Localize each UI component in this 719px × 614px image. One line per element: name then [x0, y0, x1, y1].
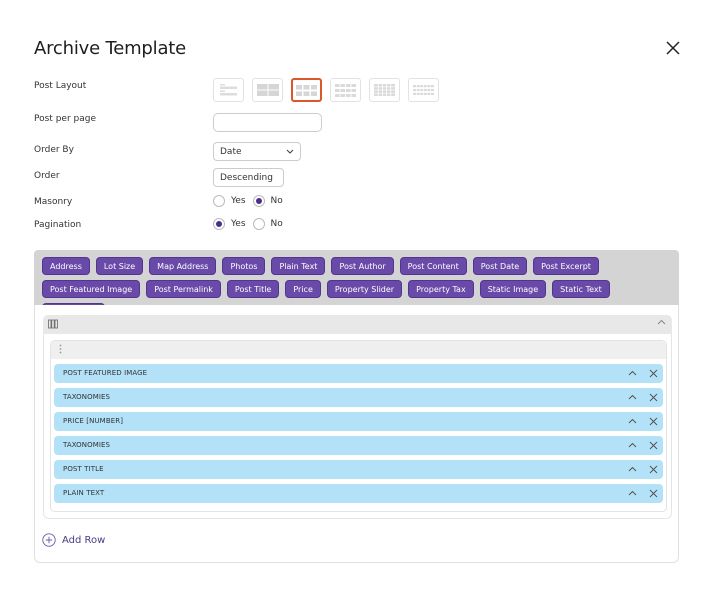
chevron-up-icon[interactable]	[657, 319, 666, 325]
field-chip[interactable]: Static Text	[552, 280, 610, 298]
row-container: Post Featured Image Taxonomies Price [Numb…	[50, 340, 667, 512]
field-chip[interactable]: Plain Text	[271, 257, 326, 275]
chevron-up-icon[interactable]	[628, 369, 637, 377]
field-chip[interactable]: Post Content	[399, 257, 467, 275]
close-icon[interactable]	[649, 393, 658, 402]
chevron-up-icon[interactable]	[628, 489, 637, 497]
pagination-radio-group: Yes No	[213, 218, 290, 230]
field-chip[interactable]: Price	[285, 280, 321, 298]
drag-dots-icon	[59, 344, 62, 354]
field-chip[interactable]: Property Slider	[326, 280, 403, 298]
chevron-up-icon[interactable]	[628, 417, 637, 425]
row-item[interactable]: Post Featured Image	[54, 364, 663, 383]
field-chip[interactable]: Post Excerpt	[533, 257, 599, 275]
field-chip[interactable]: Post Permalink	[146, 280, 221, 298]
layout-option-grid-6[interactable]	[408, 78, 439, 102]
close-icon[interactable]	[649, 369, 658, 378]
layout-option-grid-5[interactable]	[369, 78, 400, 102]
layout-option-grid-2[interactable]	[252, 78, 283, 102]
section-body: Post Featured Image Taxonomies Price [Numb…	[43, 334, 672, 519]
close-button[interactable]	[664, 39, 682, 57]
field-chip[interactable]: Post Date	[472, 257, 528, 275]
layout-grid-5-icon	[374, 84, 395, 96]
chevron-up-icon[interactable]	[628, 393, 637, 401]
pagination-label: Pagination	[34, 220, 82, 230]
order-by-value: Date	[220, 146, 242, 157]
field-chip[interactable]: Address	[42, 257, 90, 275]
close-icon[interactable]	[649, 417, 658, 426]
masonry-no-radio[interactable]	[252, 195, 265, 207]
field-chip[interactable]: Photos	[222, 257, 266, 275]
row-item[interactable]: Price [Number]	[54, 412, 663, 431]
pagination-yes-label: Yes	[231, 219, 246, 229]
layout-grid-6-icon	[413, 85, 434, 95]
row-item-label: Taxonomies	[63, 441, 111, 449]
post-layout-label: Post Layout	[34, 81, 87, 91]
close-icon[interactable]	[649, 441, 658, 450]
layout-builder: Post Featured Image Taxonomies Price [Numb…	[34, 305, 679, 563]
order-by-label: Order By	[34, 145, 74, 155]
field-chip[interactable]: Lot Size	[95, 257, 144, 275]
layout-option-grid-3[interactable]	[291, 78, 322, 102]
dialog-title: Archive Template	[34, 38, 187, 59]
row-item[interactable]: Taxonomies	[54, 388, 663, 407]
chevron-down-icon	[286, 149, 294, 154]
masonry-yes-label: Yes	[231, 196, 246, 206]
row-items: Post Featured Image Taxonomies Price [Numb…	[54, 364, 663, 508]
row-item[interactable]: Taxonomies	[54, 436, 663, 455]
layout-grid-2-icon	[256, 84, 279, 96]
order-by-select[interactable]: Date	[213, 142, 301, 161]
add-row-label: Add Row	[62, 534, 106, 546]
field-chip[interactable]: Property Tax	[408, 280, 474, 298]
section-header	[43, 315, 672, 334]
row-item-label: Plain Text	[63, 489, 105, 497]
field-chip[interactable]: Post Author	[331, 257, 394, 275]
close-icon[interactable]	[649, 489, 658, 498]
row-item[interactable]: Plain Text	[54, 484, 663, 503]
layout-grid-3-icon	[296, 84, 317, 96]
order-select[interactable]: Descending	[213, 168, 284, 187]
layout-list-icon	[219, 84, 237, 96]
row-item-label: Taxonomies	[63, 393, 111, 401]
plus-circle-icon	[42, 533, 56, 547]
pagination-no-label: No	[270, 219, 283, 229]
row-item-label: Post Featured Image	[63, 369, 148, 377]
chevron-up-icon[interactable]	[628, 465, 637, 473]
field-chip[interactable]: Map Address	[149, 257, 217, 275]
masonry-label: Masonry	[34, 197, 73, 207]
close-icon	[666, 41, 680, 55]
row-item[interactable]: Post Title	[54, 460, 663, 479]
pagination-no-radio[interactable]	[252, 218, 265, 230]
masonry-radio-group: Yes No	[213, 195, 290, 207]
pagination-yes-radio[interactable]	[213, 218, 225, 230]
columns-icon	[48, 319, 58, 329]
field-chip[interactable]: Post Title	[226, 280, 280, 298]
fields-palette: Address Lot Size Map Address Photos Plain Te…	[34, 250, 679, 321]
layout-grid-4-icon	[335, 83, 356, 97]
layout-option-list[interactable]	[213, 78, 244, 102]
masonry-yes-radio[interactable]	[213, 195, 225, 207]
order-label: Order	[34, 171, 60, 181]
post-layout-picker	[213, 78, 439, 102]
close-icon[interactable]	[649, 465, 658, 474]
row-item-label: Price [Number]	[63, 417, 124, 425]
layout-option-grid-4[interactable]	[330, 78, 361, 102]
add-row-button[interactable]: Add Row	[42, 533, 105, 547]
field-chip[interactable]: Post Featured Image	[42, 280, 141, 298]
post-per-page-input[interactable]	[213, 113, 322, 132]
row-item-label: Post Title	[63, 465, 104, 473]
masonry-no-label: No	[270, 196, 283, 206]
field-chip[interactable]: Static Image	[479, 280, 547, 298]
row-drag-handle[interactable]	[51, 341, 666, 359]
post-per-page-label: Post per page	[34, 114, 96, 124]
order-value: Descending	[220, 172, 273, 183]
chevron-up-icon[interactable]	[628, 441, 637, 449]
